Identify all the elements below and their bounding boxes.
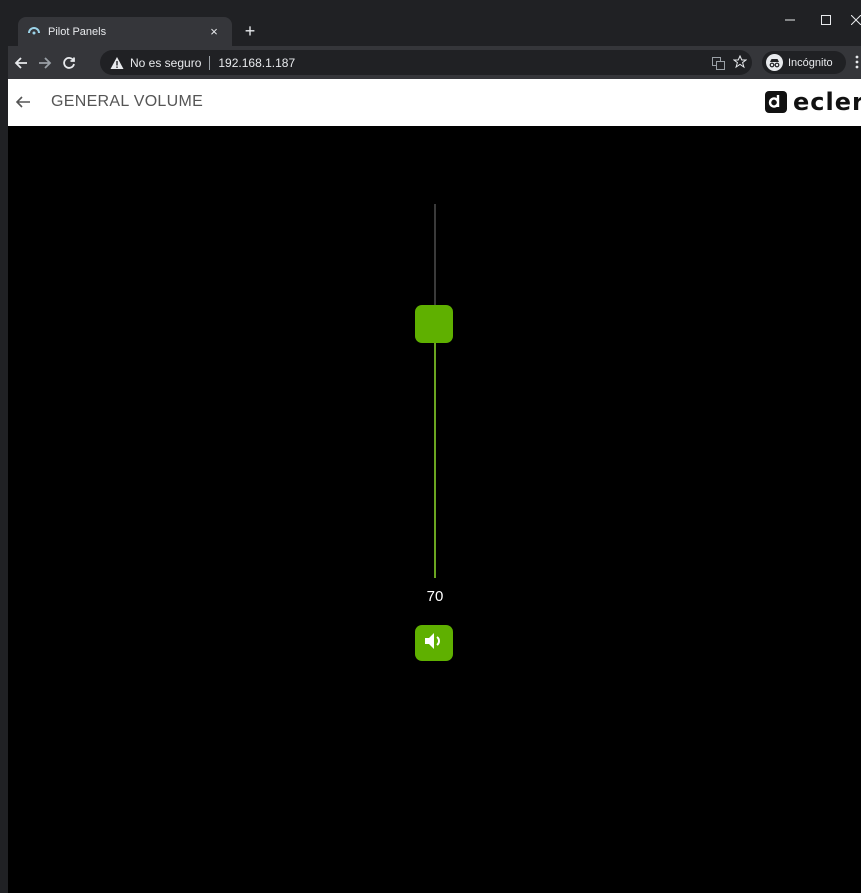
browser-toolbar: No es seguro 192.168.1.187 Incógnito [8,46,861,79]
address-bar[interactable]: No es seguro 192.168.1.187 [100,50,752,75]
page-title: GENERAL VOLUME [51,93,204,110]
volume-value: 70 [426,588,444,605]
volume-slider-track[interactable] [434,204,436,578]
tab-pilot-panels[interactable]: Pilot Panels × [18,17,232,46]
address-separator [209,55,211,70]
forward-icon[interactable] [34,52,56,74]
window-controls [775,0,861,40]
volume-slider-fill [434,323,436,578]
incognito-icon [766,54,783,71]
security-label: No es seguro [130,55,202,70]
ecler-logo-icon [765,91,787,113]
back-icon[interactable] [10,52,32,74]
volume-slider-thumb[interactable] [415,304,453,343]
logo-text: ecler [793,88,861,116]
more-options-icon[interactable] [855,55,861,72]
reload-icon[interactable] [58,52,80,74]
warning-icon [110,56,124,70]
bookmark-star-icon[interactable] [732,54,749,71]
speaker-icon [424,632,444,655]
browser-window: Pilot Panels × + No es seguro 192.168.1.… [0,0,861,893]
app-header: GENERAL VOLUME ecler [8,79,861,126]
translate-icon[interactable] [710,55,726,71]
minimize-icon[interactable] [775,0,805,40]
new-tab-button[interactable]: + [240,20,260,42]
page-content: GENERAL VOLUME ecler 70 [8,79,861,893]
incognito-indicator[interactable]: Incógnito [762,51,846,74]
close-window-icon[interactable] [847,0,861,40]
tab-strip: Pilot Panels × + [8,0,861,46]
incognito-label: Incógnito [788,56,833,69]
maximize-icon[interactable] [811,0,841,40]
back-arrow-icon[interactable] [14,93,32,111]
ecler-logo: ecler [765,88,861,116]
tab-close-icon[interactable]: × [206,24,222,39]
mute-button[interactable] [415,625,453,661]
tab-title: Pilot Panels [48,25,107,38]
url-text: 192.168.1.187 [218,55,296,70]
favicon-icon [28,26,40,38]
